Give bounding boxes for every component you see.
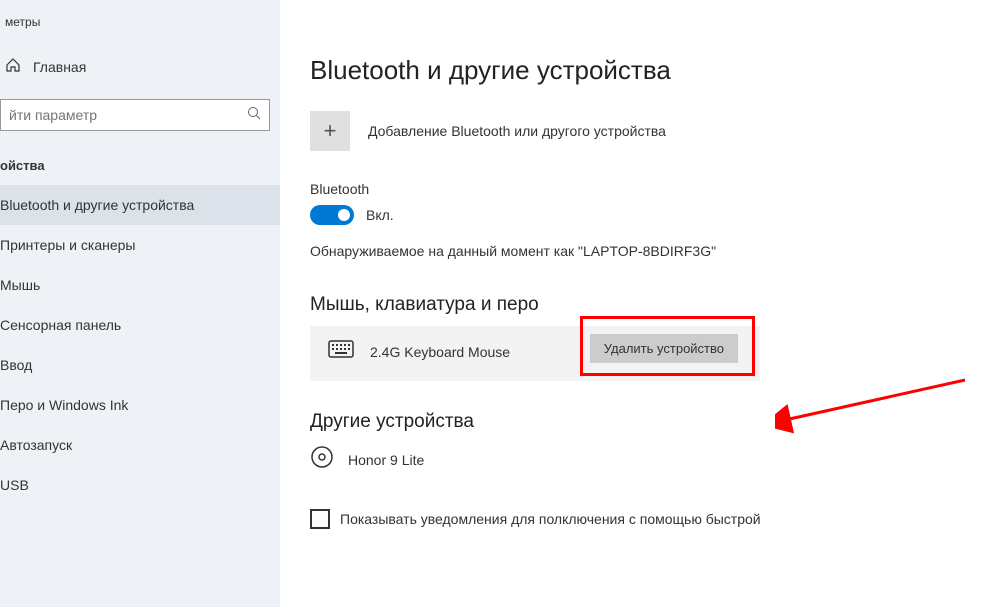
nav-label: Сенсорная панель [0,317,121,333]
toggle-state-label: Вкл. [366,207,394,223]
other-device-name: Honor 9 Lite [348,452,424,468]
checkbox[interactable] [310,509,330,529]
sidebar: метры Главная ойства Bluetooth и другие … [0,0,280,607]
section-mouse-heading: Мышь, клавиатура и перо [310,294,1006,316]
nav-label: Автозапуск [0,437,72,453]
add-device-label: Добавление Bluetooth или другого устройс… [368,123,666,139]
home-label: Главная [33,59,86,75]
search-input[interactable] [0,99,270,131]
sidebar-item-bluetooth[interactable]: Bluetooth и другие устройства [0,185,280,225]
plus-icon: + [310,111,350,151]
sidebar-item-printers[interactable]: Принтеры и сканеры [0,225,280,265]
nav-label: USB [0,477,29,493]
add-device-button[interactable]: + Добавление Bluetooth или другого устро… [310,111,1006,151]
bluetooth-toggle[interactable] [310,205,354,225]
checkbox-label: Показывать уведомления для полключения с… [340,511,761,527]
sidebar-item-autoplay[interactable]: Автозапуск [0,425,280,465]
nav-label: Мышь [0,277,40,293]
remove-device-button[interactable]: Удалить устройство [590,334,738,363]
home-link[interactable]: Главная [0,49,280,84]
nav-label: Перо и Windows Ink [0,397,128,413]
keyboard-icon [328,340,354,363]
window-title: метры [0,15,280,49]
sidebar-item-mouse[interactable]: Мышь [0,265,280,305]
nav-label: Ввод [0,357,32,373]
section-header: ойства [0,146,280,185]
sidebar-item-typing[interactable]: Ввод [0,345,280,385]
search-icon [247,106,261,125]
nav-label: Принтеры и сканеры [0,237,135,253]
page-title: Bluetooth и другие устройства [310,55,1006,86]
bluetooth-label: Bluetooth [310,181,1006,197]
sidebar-item-usb[interactable]: USB [0,465,280,505]
device-card[interactable]: 2.4G Keyboard Mouse Удалить устройство [310,326,760,381]
device-name: 2.4G Keyboard Mouse [370,344,510,360]
disc-icon [310,445,334,474]
section-other-heading: Другие устройства [310,411,1006,433]
discoverable-text: Обнаруживаемое на данный момент как "LAP… [310,243,1006,259]
nav-label: Bluetooth и другие устройства [0,197,194,213]
bluetooth-toggle-row: Вкл. [310,205,1006,225]
search-field[interactable] [9,107,247,123]
notification-checkbox-row: Показывать уведомления для полключения с… [310,509,1006,529]
main-content: Bluetooth и другие устройства + Добавлен… [280,0,1006,607]
sidebar-item-touchpad[interactable]: Сенсорная панель [0,305,280,345]
sidebar-item-pen[interactable]: Перо и Windows Ink [0,385,280,425]
home-icon [5,57,21,76]
other-device-row[interactable]: Honor 9 Lite [310,445,1006,474]
